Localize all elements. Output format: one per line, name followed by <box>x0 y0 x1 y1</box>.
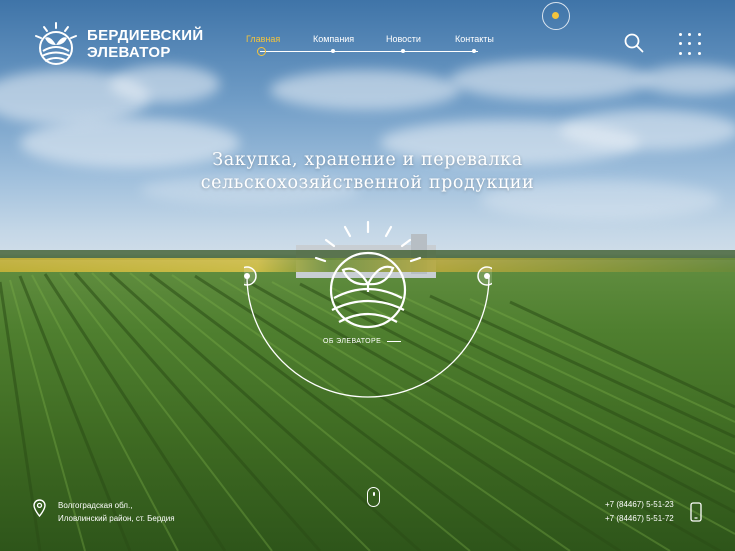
cloud <box>450 60 650 100</box>
nav-item-news[interactable]: Новости <box>386 34 421 44</box>
about-elevator-link[interactable]: ОБ ЭЛЕВАТОРЕ <box>323 338 401 345</box>
cloud <box>560 110 735 150</box>
elevator-logo-icon <box>35 22 77 65</box>
hero-headline: Закупка, хранение и перевалка сельскохоз… <box>0 149 735 195</box>
brand-line-2: ЭЛЕВАТОР <box>87 44 171 61</box>
cloud <box>270 70 460 110</box>
phone-2[interactable]: +7 (84467) 5-51-72 <box>605 512 674 526</box>
phones-block: +7 (84467) 5-51-23 +7 (84467) 5-51-72 <box>605 498 702 526</box>
search-icon[interactable] <box>624 33 644 53</box>
sun-toggle-icon[interactable] <box>542 2 570 30</box>
address-line-2: Иловлинский район, ст. Бердия <box>58 514 175 523</box>
nav-item-contacts[interactable]: Контакты <box>455 34 494 44</box>
hero-emblem <box>244 220 492 398</box>
nav-dot-home <box>257 47 266 56</box>
address-line-1: Волгоградская обл., <box>58 501 133 510</box>
nav-item-company[interactable]: Компания <box>313 34 354 44</box>
brand-line-1: БЕРДИЕВСКИЙ <box>87 27 204 44</box>
hero-page: БЕРДИЕВСКИЙ ЭЛЕВАТОР Главная Компания Но… <box>0 0 735 551</box>
grid-menu-icon[interactable] <box>676 30 704 58</box>
mouse-scroll-icon[interactable] <box>367 487 380 507</box>
headline-line-1: Закупка, хранение и перевалка <box>212 150 523 170</box>
nav-dot-news <box>401 49 405 53</box>
nav-item-home[interactable]: Главная <box>246 34 280 44</box>
brand-logo[interactable]: БЕРДИЕВСКИЙ ЭЛЕВАТОР <box>33 21 203 67</box>
nav-dot-company <box>331 49 335 53</box>
nav-line <box>260 51 478 52</box>
mobile-phone-icon <box>690 502 702 522</box>
headline-line-2: сельскохозяйственной продукции <box>200 173 535 193</box>
phone-1[interactable]: +7 (84467) 5-51-23 <box>605 498 674 512</box>
address-block: Волгоградская обл., Иловлинский район, с… <box>33 499 175 525</box>
map-pin-icon <box>33 499 46 517</box>
cloud <box>110 65 220 103</box>
cloud <box>640 65 735 95</box>
nav-dot-contacts <box>472 49 476 53</box>
